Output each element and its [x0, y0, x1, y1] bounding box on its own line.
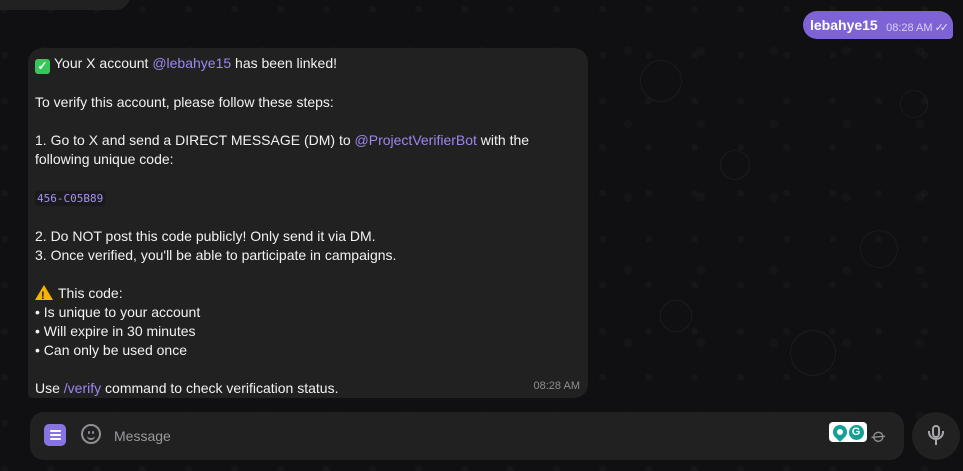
outgoing-message-text: lebahye15 — [810, 17, 878, 33]
verification-code[interactable]: 456-C05B89 — [35, 191, 106, 206]
microphone-icon-arc — [928, 431, 944, 440]
grammar-extension-icon: G — [848, 424, 864, 440]
microphone-button[interactable] — [912, 412, 960, 460]
text-segment: with the — [476, 132, 530, 148]
message-line-step2: 2. Do NOT post this code publicly! Only … — [35, 228, 376, 244]
text-segment: Your X account — [54, 55, 153, 71]
message-line-step1-cont: following unique code: — [35, 151, 174, 167]
message-input[interactable] — [112, 425, 816, 447]
message-line-footer: Use /verify command to check verificatio… — [35, 379, 581, 398]
paperclip-icon[interactable]: ⌀ — [865, 422, 893, 450]
double-check-icon: ✓✓ — [934, 22, 950, 34]
text-segment: 1. Go to X and send a DIRECT MESSAGE (DM… — [35, 132, 355, 148]
outgoing-message-meta: 08:28 AM ✓✓ — [886, 21, 950, 35]
message-line-step3: 3. Once verified, you'll be able to part… — [35, 247, 397, 263]
mention-link[interactable]: @lebahye15 — [152, 55, 231, 71]
message-line-linked: ✓ Your X account @lebahye15 has been link… — [35, 54, 581, 74]
outgoing-message-time: 08:28 AM — [886, 21, 933, 34]
message-line-code: 456-C05B89 — [35, 188, 581, 208]
text-segment: This code: — [58, 285, 123, 301]
text-segment: command to check verification status. — [101, 380, 339, 396]
message-line-step1: 1. Go to X and send a DIRECT MESSAGE (DM… — [35, 131, 581, 150]
warning-emoji-icon — [35, 285, 53, 306]
message-line-bullet: • Is unique to your account — [35, 304, 201, 320]
text-segment: has been linked! — [231, 55, 338, 71]
outgoing-message[interactable]: lebahye15 08:28 AM ✓✓ — [803, 11, 953, 39]
menu-line — [49, 434, 61, 436]
menu-line — [49, 438, 61, 440]
background-doodle — [720, 150, 750, 180]
smile-mouth — [87, 434, 95, 440]
chat-area: lebahye15 08:28 AM ✓✓ ✓ Your X account @l… — [0, 0, 963, 471]
message-line-bullet: • Can only be used once — [35, 342, 188, 358]
bot-menu-button[interactable] — [44, 424, 66, 446]
emoji-icon[interactable] — [81, 424, 101, 444]
previous-message-bubble — [0, 0, 130, 10]
mention-link[interactable]: @ProjectVerifierBot — [355, 132, 477, 148]
background-doodle — [900, 90, 928, 118]
command-link[interactable]: /verify — [64, 380, 101, 396]
check-mark-emoji-icon: ✓ — [35, 59, 50, 74]
incoming-message-time: 08:28 AM — [533, 380, 580, 392]
menu-line — [49, 430, 61, 432]
microphone-icon-stem — [935, 440, 937, 445]
text-segment: Use — [35, 380, 64, 396]
message-line-bullet: • Will expire in 30 minutes — [35, 323, 196, 339]
incoming-message[interactable]: ✓ Your X account @lebahye15 has been link… — [28, 48, 588, 398]
background-doodle — [640, 60, 682, 102]
message-composer: G ⌀ — [30, 412, 904, 460]
location-pin-icon — [829, 422, 850, 442]
background-doodle — [660, 300, 692, 332]
background-doodle — [790, 330, 836, 376]
extension-badge[interactable]: G — [829, 422, 867, 442]
message-line-instructions: To verify this account, please follow th… — [35, 94, 334, 110]
background-doodle — [860, 230, 898, 268]
message-line-warning: This code: — [35, 284, 581, 306]
